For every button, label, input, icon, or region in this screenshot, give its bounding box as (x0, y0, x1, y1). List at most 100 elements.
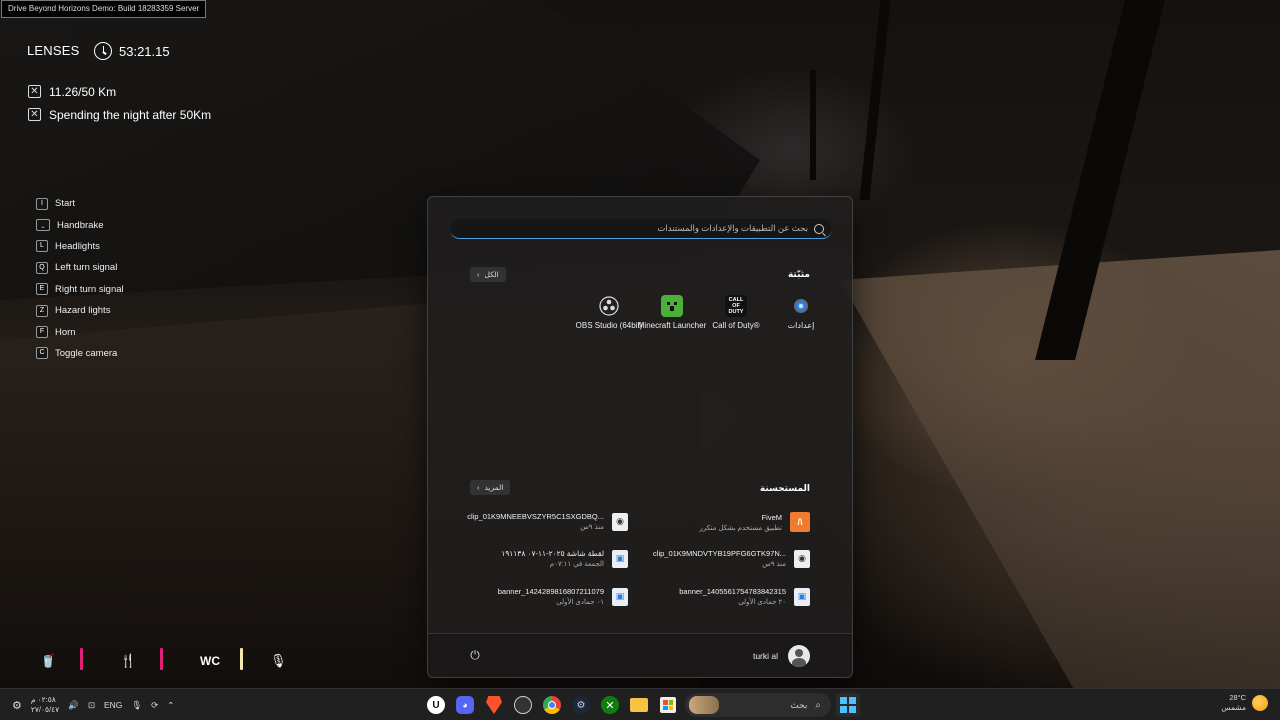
timer-value: 53:21.15 (119, 43, 170, 59)
recommended-item[interactable]: لقطة شاشة ٢٠٢٥-١١-٠٧ ١٩١١٣٨ الجمعة في ٠٧… (458, 549, 628, 568)
avatar (788, 645, 810, 667)
taskbar: ⚙ ٠٢:٥٨ م ٢٧/٠٥/٤٧ 🔊 ⊡ ENG 🎙 ⟳ ⌃ U ◕ ⚙ ✕… (0, 688, 1280, 720)
keycap: E (36, 283, 48, 296)
control-label: Start (55, 198, 76, 210)
item-name: clip_01K9MNEEBVSZYR5C1SXGDBQ... (467, 512, 604, 521)
control-hint: ⎵ Handbrake (36, 214, 124, 235)
needs-status-bar: 🥤 🍴 WC 🎙 (40, 648, 300, 674)
more-button[interactable]: ‹ المزيد (470, 480, 511, 495)
user-account-button[interactable]: turki al (753, 645, 810, 667)
language-indicator[interactable]: ENG (104, 700, 122, 710)
pinned-app-obs[interactable]: OBS Studio (64bit) (574, 295, 644, 331)
recommended-item[interactable]: clip_01K9MNDVTYB19PFG6GTK97N... منذ ٩س ◉ (640, 549, 810, 568)
user-name: turki al (752, 651, 778, 661)
control-label: Hazard lights (55, 305, 111, 317)
chevron-left-icon: ‹ (477, 483, 480, 492)
clock-time: ٠٢:٥٨ م (30, 695, 56, 704)
muted-microphone-icon: 🎙 (270, 653, 287, 668)
brave-browser-icon[interactable] (482, 693, 506, 717)
recommended-item[interactable]: banner_1424289816807211079 ٠١ جمادى الأو… (458, 587, 628, 606)
chrome-icon[interactable] (540, 693, 564, 717)
recommended-item[interactable]: FiveM تطبيق مستخدم بشكل متكرر /\ (640, 512, 810, 532)
image-file-icon: ▣ (612, 587, 628, 606)
clock-icon (94, 42, 112, 60)
tray-clock[interactable]: ٠٢:٥٨ م ٢٧/٠٥/٤٧ (31, 695, 59, 715)
control-hint: I Start (36, 193, 124, 214)
pinned-heading: مثبّتة (787, 269, 810, 279)
video-file-icon: ◉ (612, 512, 628, 531)
system-tray: ⚙ ٠٢:٥٨ م ٢٧/٠٥/٤٧ 🔊 ⊡ ENG 🎙 ⟳ ⌃ (12, 695, 174, 715)
app-label: Call of Duty® (712, 321, 760, 330)
control-label: Left turn signal (55, 262, 118, 274)
taskbar-search-label: بحث (790, 699, 808, 710)
image-file-icon: ▣ (794, 587, 810, 606)
search-icon: ⌕ (815, 699, 821, 711)
item-subtitle: الجمعة في ٠٧:١١م (549, 561, 604, 568)
pinned-app-call-of-duty[interactable]: CALL OF DUTY Call of Duty® (701, 295, 771, 331)
settings-gear-icon[interactable]: ⚙ (12, 699, 22, 712)
app-label: إعدادات (787, 321, 815, 330)
microsoft-store-icon[interactable] (656, 693, 680, 717)
more-label: المزيد (484, 483, 504, 492)
steam-icon[interactable]: ⚙ (569, 693, 593, 717)
item-subtitle: منذ ٩س (762, 561, 786, 568)
discord-icon[interactable]: ◕ (453, 693, 477, 717)
item-name: FiveM (761, 512, 782, 522)
power-icon[interactable]: ⏻ (468, 648, 482, 662)
unreal-engine-icon[interactable]: U (424, 693, 448, 717)
item-subtitle: منذ ٩س (580, 524, 604, 531)
unchecked-box-icon: ✕ (28, 108, 41, 121)
search-icon (814, 223, 824, 234)
pinned-app-minecraft[interactable]: Minecraft Launcher (637, 295, 707, 331)
pinned-app-settings[interactable]: إعدادات (766, 295, 836, 331)
video-file-icon: ◉ (794, 549, 810, 568)
unchecked-box-icon: ✕ (28, 85, 41, 98)
window-title: Drive Beyond Horizons Demo: Build 182833… (1, 0, 207, 18)
call-of-duty-icon: CALL OF DUTY (725, 295, 747, 317)
taskbar-search-input[interactable]: بحث ⌕ (685, 693, 831, 717)
recommended-heading: المستحسنة (759, 483, 810, 493)
utility-pole (859, 0, 891, 200)
timer: 53:21.15 (94, 42, 170, 60)
weather-description: مشمس (1221, 703, 1246, 712)
control-hint: Z Hazard lights (36, 300, 124, 321)
settings-gear-icon (790, 295, 812, 317)
control-label: Handbrake (57, 219, 104, 231)
hunger-level-bar (160, 648, 163, 670)
keycap: C (36, 347, 48, 360)
item-subtitle: تطبيق مستخدم بشكل متكرر (699, 524, 782, 532)
network-icon[interactable]: ⊡ (88, 700, 95, 711)
utility-pole (810, 70, 816, 180)
obs-icon[interactable] (511, 693, 535, 717)
chevron-up-icon[interactable]: ⌃ (167, 700, 174, 711)
all-apps-button[interactable]: ‹ الكل (470, 267, 506, 282)
start-search-input[interactable]: بحث عن التطبيقات والإعدادات والمستندات (450, 219, 832, 239)
keycap: ⎵ (36, 219, 50, 232)
taskbar-apps: U ◕ ⚙ ✕ بحث ⌕ (424, 693, 860, 717)
control-label: Right turn signal (55, 283, 124, 295)
recommended-item[interactable]: banner_1405561754783842315 ٢٠ جمادى الأو… (640, 587, 810, 606)
file-explorer-icon[interactable] (627, 693, 651, 717)
control-hint: F Horn (36, 321, 124, 342)
xbox-icon[interactable]: ✕ (598, 693, 622, 717)
control-hint: L Headlights (36, 236, 124, 257)
clock-date: ٢٧/٠٥/٤٧ (30, 705, 60, 714)
fivem-icon: /\ (790, 512, 810, 532)
weather-widget[interactable]: 28°C مشمس (1221, 693, 1268, 713)
control-label: Headlights (55, 240, 100, 252)
volume-icon[interactable]: 🔊 (68, 700, 79, 711)
chevron-left-icon: ‹ (477, 270, 480, 279)
recommended-item[interactable]: clip_01K9MNEEBVSZYR5C1SXGDBQ... منذ ٩س ◉ (458, 512, 628, 531)
objective-item: ✕ 11.26/50 Km (28, 80, 211, 103)
weather-temperature: 28°C (1229, 693, 1246, 702)
item-subtitle: ٢٠ جمادى الأولى (738, 599, 786, 606)
search-highlight-thumbnail (689, 696, 719, 714)
start-menu-footer: ⏻ turki al (428, 633, 852, 677)
windows-start-icon[interactable] (836, 693, 860, 717)
thirst-cup-icon: 🥤 (40, 653, 57, 668)
obs-icon (598, 295, 620, 317)
microphone-icon[interactable]: 🎙 (131, 700, 142, 711)
item-name: banner_1424289816807211079 (497, 587, 604, 596)
control-hint: C Toggle camera (36, 343, 124, 364)
sync-icon[interactable]: ⟳ (151, 700, 158, 711)
